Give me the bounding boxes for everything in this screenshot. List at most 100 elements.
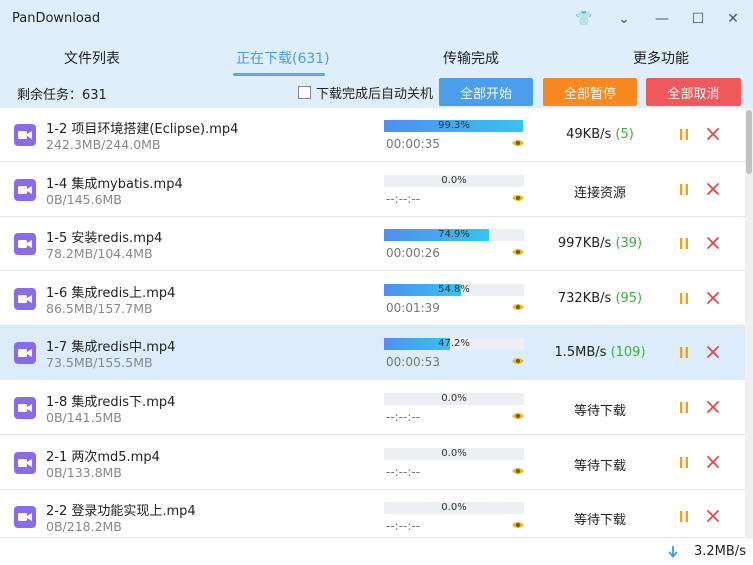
tab-file-list[interactable]: 文件列表	[64, 48, 120, 68]
file-size: 0B/218.2MB	[46, 519, 122, 535]
file-name: 1-5 安装redis.mp4	[46, 231, 163, 247]
cancel-icon[interactable]	[707, 346, 719, 359]
time-remaining: --:--:--	[386, 464, 421, 479]
start-all-button[interactable]: 全部开始	[439, 78, 533, 106]
video-file-icon	[14, 506, 36, 529]
tab-downloading[interactable]: 正在下载(631)	[236, 48, 330, 68]
download-arrow-icon	[668, 546, 678, 558]
download-row[interactable]: 1-2 项目环境搭建(Eclipse).mp4 242.3MB/244.0MB …	[0, 108, 745, 162]
file-name: 1-7 集成redis中.mp4	[46, 340, 176, 356]
download-speed: 997KB/s (39)	[540, 236, 660, 251]
video-file-icon	[14, 287, 36, 310]
download-row[interactable]: 1-5 安装redis.mp4 78.2MB/104.4MB 74.9% 00:…	[0, 217, 745, 272]
file-size: 78.2MB/104.4MB	[46, 246, 153, 262]
cancel-icon[interactable]	[707, 128, 719, 140]
accelerate-icon[interactable]	[512, 466, 524, 476]
maximize-icon[interactable]: ☐	[688, 9, 708, 29]
speed-value: 1.5MB/s	[554, 345, 607, 361]
progress-text: 99.3%	[438, 120, 470, 131]
progress-bar: 0.0%	[384, 393, 524, 405]
pause-icon[interactable]	[680, 456, 688, 468]
download-row[interactable]: 1-6 集成redis上.mp4 86.5MB/157.7MB 54.8% 00…	[0, 271, 745, 326]
download-row[interactable]: 1-4 集成mybatis.mp4 0B/145.6MB 0.0% --:--:…	[0, 162, 745, 217]
download-list: 1-2 项目环境搭建(Eclipse).mp4 242.3MB/244.0MB …	[0, 108, 745, 537]
progress-bar: 0.0%	[384, 447, 524, 460]
accelerate-icon[interactable]	[512, 193, 524, 203]
progress-text: 47.2%	[438, 338, 470, 350]
pause-all-button[interactable]: 全部暂停	[543, 78, 637, 106]
progress-bar: 47.2%	[384, 338, 524, 351]
time-remaining: --:--:--	[386, 191, 421, 206]
total-speed: 3.2MB/s	[694, 544, 746, 559]
cancel-icon[interactable]	[707, 455, 719, 468]
video-file-icon	[14, 124, 36, 146]
pause-icon[interactable]	[680, 292, 688, 304]
accelerate-icon[interactable]	[512, 520, 524, 530]
remaining-tasks: 剩余任务：631	[17, 84, 107, 103]
progress-bar: 54.8%	[384, 283, 524, 296]
connection-count: (109)	[610, 345, 646, 361]
file-name: 2-1 两次md5.mp4	[46, 449, 160, 465]
scrollbar-thumb[interactable]	[746, 110, 752, 174]
skin-icon[interactable]: 👕	[574, 9, 594, 29]
time-remaining: 00:00:26	[386, 246, 440, 261]
cancel-icon[interactable]	[707, 401, 719, 413]
tab-more[interactable]: 更多功能	[633, 48, 689, 68]
progress-bar: 74.9%	[384, 229, 524, 242]
accelerate-icon[interactable]	[512, 247, 524, 257]
accelerate-icon[interactable]	[512, 356, 524, 366]
minimize-icon[interactable]: —	[652, 9, 672, 29]
connection-count: (5)	[615, 127, 634, 142]
progress-bar: 0.0%	[384, 502, 524, 515]
pause-icon[interactable]	[680, 511, 688, 523]
tab-completed[interactable]: 传输完成	[443, 48, 499, 68]
time-remaining: --:--:--	[386, 519, 421, 534]
time-remaining: --:--:--	[386, 410, 421, 424]
remaining-count: 631	[82, 88, 107, 103]
accelerate-icon[interactable]	[512, 138, 524, 148]
pause-icon[interactable]	[680, 129, 688, 140]
cancel-all-button[interactable]: 全部取消	[646, 78, 741, 106]
accelerate-icon[interactable]	[512, 302, 524, 312]
scrollbar[interactable]	[745, 108, 753, 537]
pause-icon[interactable]	[680, 402, 688, 413]
speed-value: 997KB/s	[557, 236, 612, 252]
connection-count: (95)	[615, 290, 643, 306]
download-status: 等待下载	[573, 458, 626, 474]
cancel-icon[interactable]	[707, 182, 719, 195]
download-status: 等待下载	[573, 404, 626, 419]
accelerate-icon[interactable]	[512, 411, 524, 421]
download-row[interactable]: 2-2 登录功能实现上.mp4 0B/218.2MB 0.0% --:--:--…	[0, 490, 745, 537]
download-row[interactable]: 2-1 两次md5.mp4 0B/133.8MB 0.0% --:--:-- 等…	[0, 435, 745, 490]
time-remaining: 00:01:39	[386, 300, 440, 315]
download-speed: 49KB/s (5)	[540, 127, 660, 142]
file-size: 0B/141.5MB	[46, 410, 122, 425]
video-file-icon	[14, 233, 36, 256]
title-bar: PanDownload 👕 ⌄ — ☐ ✕	[0, 0, 753, 38]
download-row[interactable]: 1-7 集成redis中.mp4 73.5MB/155.5MB 47.2% 00…	[0, 326, 745, 381]
close-icon[interactable]: ✕	[723, 9, 743, 29]
status-bar: 3.2MB/s	[0, 537, 753, 565]
progress-text: 54.8%	[438, 283, 470, 295]
file-size: 86.5MB/157.7MB	[46, 300, 153, 316]
auto-shutdown-checkbox[interactable]	[298, 86, 311, 99]
auto-shutdown-label: 下载完成后自动关机	[316, 87, 434, 102]
cancel-icon[interactable]	[707, 510, 719, 523]
pause-icon[interactable]	[680, 347, 688, 359]
remaining-label: 剩余任务：	[17, 88, 83, 103]
video-file-icon	[14, 397, 36, 419]
download-speed: 1.5MB/s (109)	[540, 345, 660, 360]
progress-text: 0.0%	[441, 447, 467, 459]
pause-icon[interactable]	[680, 238, 688, 250]
video-file-icon	[14, 178, 36, 201]
speed-value: 732KB/s	[557, 290, 612, 306]
speed-value: 49KB/s	[566, 127, 612, 142]
auto-shutdown-option[interactable]: 下载完成后自动关机	[298, 83, 433, 102]
download-row[interactable]: 1-8 集成redis下.mp4 0B/141.5MB 0.0% --:--:-…	[0, 381, 745, 435]
progress-text: 74.9%	[438, 229, 470, 241]
cancel-icon[interactable]	[707, 291, 719, 304]
file-name: 2-2 登录功能实现上.mp4	[46, 504, 196, 520]
cancel-icon[interactable]	[707, 237, 719, 250]
pause-icon[interactable]	[680, 183, 688, 195]
menu-chevron-icon[interactable]: ⌄	[614, 9, 634, 29]
